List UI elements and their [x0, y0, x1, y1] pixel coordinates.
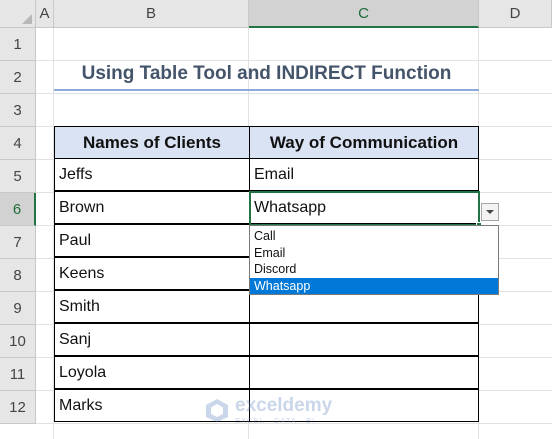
watermark: exceldemy EXCEL · DATA · BI — [204, 393, 354, 427]
row-header-10[interactable]: 10 — [0, 325, 36, 358]
client-name-cell[interactable]: Brown — [54, 191, 250, 224]
row-header-12[interactable]: 12 — [0, 391, 36, 424]
row-header-1[interactable]: 1 — [0, 28, 36, 61]
row-header-9[interactable]: 9 — [0, 292, 36, 325]
dropdown-option-call[interactable]: Call — [250, 228, 498, 245]
dropdown-list: Call Email Discord Whatsapp — [249, 225, 499, 295]
table-header-communication[interactable]: Way of Communication — [249, 126, 479, 159]
dropdown-option-email[interactable]: Email — [250, 245, 498, 262]
row-header-7[interactable]: 7 — [0, 226, 36, 259]
row-header-6[interactable]: 6 — [0, 193, 36, 226]
client-name-cell[interactable]: Sanj — [54, 323, 250, 356]
column-header-a[interactable]: A — [36, 0, 54, 28]
select-all-corner[interactable] — [0, 0, 36, 28]
client-name-cell[interactable]: Paul — [54, 224, 250, 257]
column-header-b[interactable]: B — [54, 0, 249, 28]
client-name-cell[interactable]: Loyola — [54, 356, 250, 389]
communication-cell[interactable] — [249, 356, 479, 389]
chevron-down-icon — [486, 210, 494, 214]
table-header-names[interactable]: Names of Clients — [54, 126, 250, 159]
watermark-brand: exceldemy — [235, 394, 333, 416]
communication-cell[interactable]: Email — [249, 158, 479, 191]
column-header-d[interactable]: D — [479, 0, 552, 28]
dropdown-option-whatsapp[interactable]: Whatsapp — [250, 277, 498, 294]
dropdown-button[interactable] — [481, 203, 499, 221]
watermark-tagline: EXCEL · DATA · BI — [235, 415, 316, 425]
dropdown-option-discord[interactable]: Discord — [250, 261, 498, 278]
gridline — [36, 93, 552, 94]
exceldemy-logo-icon — [206, 399, 228, 422]
row-header-4[interactable]: 4 — [0, 127, 36, 160]
client-name-cell[interactable]: Jeffs — [54, 158, 250, 191]
row-header-2[interactable]: 2 — [0, 61, 36, 94]
select-all-triangle-icon — [22, 14, 32, 24]
row-header-5[interactable]: 5 — [0, 160, 36, 193]
communication-cell[interactable] — [249, 323, 479, 356]
row-header-8[interactable]: 8 — [0, 259, 36, 292]
row-header-3[interactable]: 3 — [0, 94, 36, 127]
column-header-c[interactable]: C — [249, 0, 479, 28]
row-header-11[interactable]: 11 — [0, 358, 36, 391]
sheet-title: Using Table Tool and INDIRECT Function — [54, 58, 479, 91]
client-name-cell[interactable]: Keens — [54, 257, 250, 290]
communication-cell[interactable]: Whatsapp — [249, 191, 479, 224]
client-name-cell[interactable]: Smith — [54, 290, 250, 323]
